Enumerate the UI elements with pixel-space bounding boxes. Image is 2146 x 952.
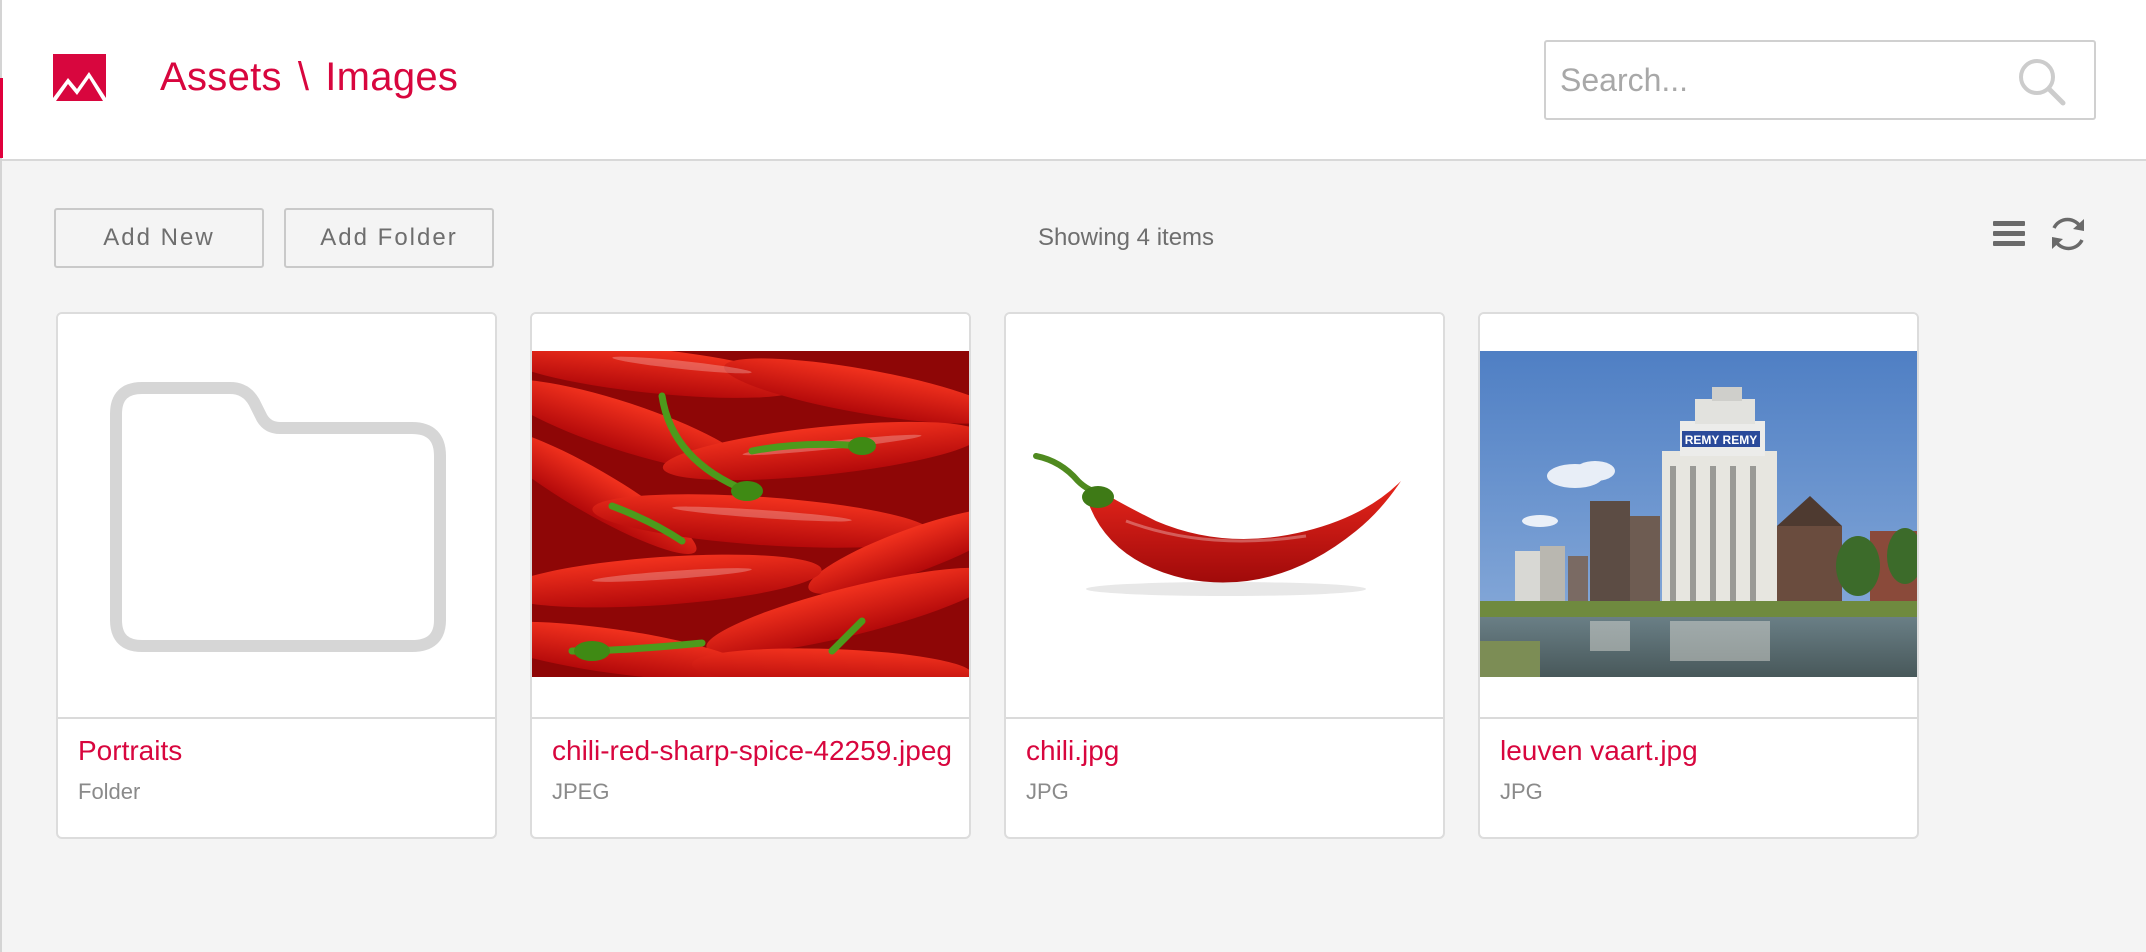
accent-marker	[0, 78, 3, 158]
breadcrumb-root[interactable]: Assets	[160, 55, 282, 99]
image-icon	[53, 54, 106, 105]
asset-card-image[interactable]: REMY REMY leuven vaart.jpg JPG	[1478, 312, 1919, 839]
svg-text:REMY REMY: REMY REMY	[1685, 433, 1757, 447]
search-icon[interactable]	[2016, 56, 2068, 108]
search-input[interactable]	[1560, 56, 2000, 104]
folder-icon	[110, 382, 446, 652]
asset-card-image[interactable]: chili.jpg JPG	[1004, 312, 1445, 839]
asset-name[interactable]: Portraits	[78, 731, 488, 771]
asset-name[interactable]: chili.jpg	[1026, 731, 1436, 771]
breadcrumb-current: Images	[325, 55, 459, 99]
asset-name[interactable]: leuven vaart.jpg	[1500, 731, 1910, 771]
asset-type: JPG	[1500, 779, 1543, 804]
thumbnail	[58, 314, 495, 719]
single-chili-photo	[1006, 351, 1443, 677]
list-view-icon[interactable]	[1986, 211, 2032, 257]
search-box	[1544, 40, 2096, 120]
add-folder-button[interactable]: Add Folder	[284, 208, 494, 268]
red-chilies-photo	[532, 351, 969, 677]
asset-card-folder[interactable]: Portraits Folder	[56, 312, 497, 839]
item-count: Showing 4 items	[1037, 224, 1215, 251]
asset-type: Folder	[78, 779, 141, 804]
thumbnail	[532, 314, 969, 719]
asset-browser: Add New Add Folder Showing 4 items Portr…	[2, 161, 2146, 952]
asset-card-image[interactable]: chili-red-sharp-spice-42259.jpeg JPEG	[530, 312, 971, 839]
add-new-button[interactable]: Add New	[54, 208, 264, 268]
asset-type: JPEG	[552, 779, 610, 804]
breadcrumb-separator: \	[297, 55, 310, 99]
thumbnail: REMY REMY	[1480, 314, 1917, 719]
canal-buildings-photo: REMY REMY	[1480, 351, 1917, 677]
header: Assets \ Images	[0, 0, 2146, 161]
thumbnail	[1006, 314, 1443, 719]
breadcrumb: Assets \ Images	[160, 52, 458, 102]
asset-type: JPG	[1026, 779, 1069, 804]
asset-name[interactable]: chili-red-sharp-spice-42259.jpeg	[552, 731, 962, 771]
refresh-icon[interactable]	[2045, 211, 2091, 257]
